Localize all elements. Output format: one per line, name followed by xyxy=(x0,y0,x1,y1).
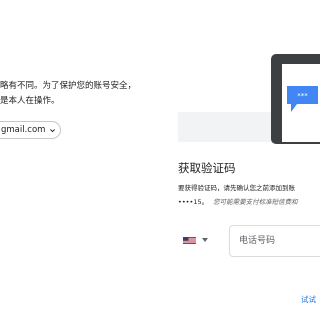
page-title: 获取验证码 xyxy=(178,161,236,175)
chevron-down-icon xyxy=(50,128,56,132)
account-email: gmail.com xyxy=(1,125,46,135)
verify-description-line-2: ••••15。 您可能需要支付标准短信费和 xyxy=(178,196,298,206)
svg-text:***: *** xyxy=(297,92,308,100)
sms-fee-note: 您可能需要支付标准短信费和 xyxy=(213,198,298,206)
dropdown-caret-icon xyxy=(202,238,208,242)
country-selector[interactable] xyxy=(183,228,208,252)
account-chip[interactable]: gmail.com xyxy=(0,121,62,139)
message-bubble-icon: *** xyxy=(287,86,318,112)
us-flag-icon xyxy=(183,236,196,244)
security-text-line-1: 略有不同。为了保护您的账号安全， xyxy=(0,81,137,91)
try-another-way-link[interactable]: 试试 xyxy=(301,294,316,305)
phone-number-input[interactable] xyxy=(229,225,320,257)
masked-phone-suffix: ••••15。 xyxy=(178,198,209,206)
verify-description-line-1: 要获得验证码，请先确认您之前添加到账 xyxy=(178,184,295,192)
security-text-line-2: 是本人在操作。 xyxy=(0,96,60,106)
